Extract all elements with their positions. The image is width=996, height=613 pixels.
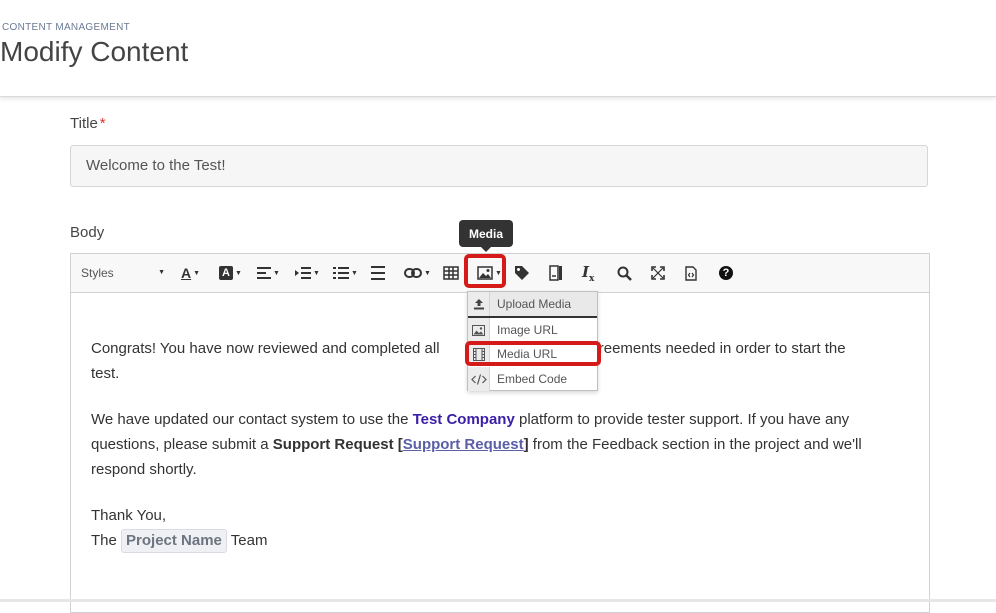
title-input[interactable]: Welcome to the Test! [70,145,928,187]
indent-icon [295,267,311,279]
required-mark: * [99,115,106,132]
media-url-highlight [465,341,601,366]
source-icon [685,265,697,281]
paragraph-signoff: Thank You, The Project Name Team [91,503,911,553]
menu-item-upload-media[interactable]: Upload Media [468,292,597,318]
upload-icon [468,292,490,316]
background-color-button[interactable]: A ▼ [219,262,242,284]
menu-item-image-url[interactable]: Image URL [468,318,597,342]
tag-button[interactable] [514,262,531,284]
title-label: Title * [70,115,106,132]
code-icon [468,367,490,391]
template-icon [549,265,562,281]
find-icon [617,266,632,281]
menu-item-label: Image URL [497,323,558,337]
clear-format-button[interactable]: Ix [582,262,594,284]
horizontal-rule-button[interactable] [371,262,385,284]
image-icon [468,318,490,342]
project-name-token[interactable]: Project Name [121,529,227,553]
align-button[interactable]: ▼ [257,262,280,284]
menu-item-label: Upload Media [497,297,572,311]
font-color-icon: A [181,265,192,281]
media-tooltip: Media [459,220,513,252]
tag-icon [515,266,529,280]
page-title: Modify Content [0,36,189,67]
media-button-highlight [464,254,506,288]
fullscreen-button[interactable] [651,262,665,284]
find-button[interactable] [617,262,632,284]
support-request-link[interactable]: Support Request [403,436,524,453]
source-button[interactable] [685,262,697,284]
link-button[interactable]: ▼ [404,262,431,284]
indent-button[interactable]: ▼ [295,262,320,284]
align-icon [257,267,271,279]
link-icon [404,268,422,278]
list-icon [333,267,349,279]
fullscreen-icon [651,266,665,280]
font-color-button[interactable]: A ▼ [181,262,200,284]
styles-dropdown[interactable]: Styles ▼ [81,262,165,284]
page-header: CONTENT MANAGEMENT Modify Content [0,0,996,97]
background-color-icon: A [219,266,233,280]
horizontal-rule-icon [371,266,385,280]
template-button[interactable] [549,262,563,284]
menu-item-label: Embed Code [497,372,568,386]
clear-format-icon: Ix [582,262,595,284]
paragraph-support: We have updated our contact system to us… [91,411,862,478]
styles-label: Styles [81,266,114,280]
table-icon [443,266,459,280]
breadcrumb: CONTENT MANAGEMENT [2,22,130,33]
menu-item-embed-code[interactable]: Embed Code [468,367,597,391]
list-button[interactable]: ▼ [333,262,358,284]
brand-name: Test Company [412,411,515,428]
help-button[interactable]: ? [719,262,733,284]
table-button[interactable] [443,262,459,284]
body-label: Body [70,224,105,241]
help-icon: ? [719,266,733,280]
